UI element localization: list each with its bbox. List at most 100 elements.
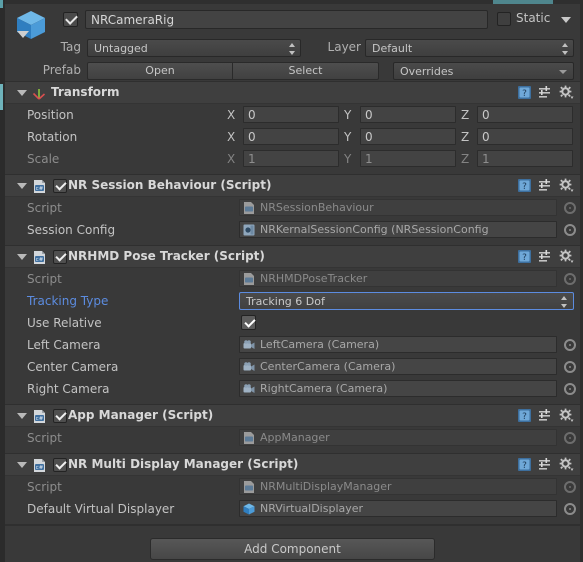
static-checkbox[interactable] bbox=[497, 12, 511, 26]
preset-sliders-icon[interactable] bbox=[538, 178, 553, 193]
property-row: Script AppManager bbox=[5, 427, 580, 449]
dropdown-tracking-type[interactable]: Tracking 6 Dof bbox=[239, 292, 574, 310]
property-label: Scale bbox=[27, 152, 60, 166]
component-enabled-checkbox[interactable] bbox=[53, 179, 67, 193]
property-row: Session Config NRKernalSessionConfig (NR… bbox=[5, 219, 580, 241]
help-book-icon[interactable]: ? bbox=[517, 85, 532, 100]
object-field-right-camera[interactable]: RightCamera (Camera) bbox=[239, 380, 557, 397]
property-row: Default Virtual Displayer NRVirtualDispl… bbox=[5, 498, 580, 520]
component-enabled-checkbox[interactable] bbox=[53, 250, 67, 264]
field-position-y[interactable]: 0 bbox=[360, 106, 456, 123]
object-picker-button[interactable] bbox=[564, 339, 576, 351]
object-picker-button[interactable] bbox=[564, 361, 576, 373]
object-field-session-config[interactable]: NRKernalSessionConfig (NRSessionConfig bbox=[239, 221, 557, 238]
field-rotation-y[interactable]: 0 bbox=[360, 128, 456, 145]
gear-menu-icon[interactable] bbox=[559, 178, 574, 193]
object-picker-button[interactable] bbox=[564, 503, 576, 515]
object-field-center-camera[interactable]: CenterCamera (Camera) bbox=[239, 358, 557, 375]
foldout-arrow-icon[interactable] bbox=[17, 254, 27, 260]
object-picker-button[interactable] bbox=[564, 224, 576, 236]
gear-menu-icon[interactable] bbox=[559, 457, 574, 472]
preset-sliders-icon[interactable] bbox=[538, 457, 553, 472]
object-field-script[interactable]: NRHMDPoseTracker bbox=[239, 270, 557, 287]
component-header-app-manager[interactable]: c# App Manager (Script) ? bbox=[5, 405, 580, 427]
field-scale-x[interactable]: 1 bbox=[243, 150, 339, 167]
component-header-icons: ? bbox=[517, 85, 574, 100]
property-row: Script NRHMDPoseTracker bbox=[5, 268, 580, 290]
preset-sliders-icon[interactable] bbox=[538, 408, 553, 423]
component-header-transform[interactable]: Transform ? bbox=[5, 82, 580, 104]
help-book-icon[interactable]: ? bbox=[517, 408, 532, 423]
field-position-x[interactable]: 0 bbox=[243, 106, 339, 123]
gameobject-enabled-checkbox[interactable] bbox=[63, 12, 78, 27]
property-label: Right Camera bbox=[27, 382, 110, 396]
prefab-select-button[interactable]: Select bbox=[233, 62, 379, 80]
svg-text:?: ? bbox=[522, 461, 527, 471]
prefab-dropdown-arrow-icon[interactable] bbox=[17, 31, 29, 38]
add-component-button[interactable]: Add Component bbox=[150, 538, 435, 560]
tag-dropdown[interactable]: Untagged bbox=[87, 39, 301, 57]
object-field-script[interactable]: NRSessionBehaviour bbox=[239, 199, 557, 216]
field-rotation-x[interactable]: 0 bbox=[243, 128, 339, 145]
chevron-updown-icon bbox=[561, 296, 568, 308]
component-header-nr-multi-display-manager[interactable]: c# NR Multi Display Manager (Script) ? bbox=[5, 454, 580, 476]
field-scale-z[interactable]: 1 bbox=[477, 150, 573, 167]
axis-label-y: Y bbox=[344, 130, 352, 144]
help-book-icon[interactable]: ? bbox=[517, 249, 532, 264]
left-tab-marker-top bbox=[0, 0, 3, 8]
property-row: Scale X 1 Y 1 Z 1 bbox=[5, 148, 580, 170]
gameobject-name-input[interactable]: NRCameraRig bbox=[85, 10, 488, 29]
component-header-icons: ? bbox=[517, 178, 574, 193]
field-rotation-z[interactable]: 0 bbox=[477, 128, 573, 145]
prefab-open-button[interactable]: Open bbox=[87, 62, 233, 80]
field-scale-y[interactable]: 1 bbox=[360, 150, 456, 167]
property-label: Script bbox=[27, 431, 62, 445]
object-picker-button[interactable] bbox=[564, 432, 576, 444]
foldout-arrow-icon[interactable] bbox=[17, 183, 27, 189]
property-row: Left Camera LeftCamera (Camera) bbox=[5, 334, 580, 356]
object-field-script[interactable]: AppManager bbox=[239, 429, 557, 446]
gear-menu-icon[interactable] bbox=[559, 249, 574, 264]
field-position-z[interactable]: 0 bbox=[477, 106, 573, 123]
axis-label-x: X bbox=[227, 108, 236, 122]
component-list: Transform ? Position X 0 Y 0 Z 0 Rotation X 0 Y 0 Z 0… bbox=[5, 82, 580, 525]
component-bottom-padding bbox=[5, 449, 580, 453]
preset-sliders-icon[interactable] bbox=[538, 85, 553, 100]
static-dropdown-arrow-icon[interactable] bbox=[561, 17, 571, 23]
component-enabled-checkbox[interactable] bbox=[53, 409, 67, 423]
component-title: App Manager (Script) bbox=[68, 408, 214, 422]
scriptable-object-icon bbox=[243, 224, 255, 236]
property-label: Default Virtual Displayer bbox=[27, 502, 175, 516]
object-picker-button[interactable] bbox=[564, 202, 576, 214]
component-header-nrhmd-pose-tracker[interactable]: c# NRHMD Pose Tracker (Script) ? bbox=[5, 246, 580, 268]
component-enabled-checkbox[interactable] bbox=[53, 458, 67, 472]
tag-value: Untagged bbox=[94, 42, 148, 55]
help-book-icon[interactable]: ? bbox=[517, 178, 532, 193]
foldout-arrow-icon[interactable] bbox=[17, 413, 27, 419]
axis-label-y: Y bbox=[344, 152, 352, 166]
object-picker-button[interactable] bbox=[564, 383, 576, 395]
gear-menu-icon[interactable] bbox=[559, 85, 574, 100]
preset-sliders-icon[interactable] bbox=[538, 249, 553, 264]
object-field-left-camera[interactable]: LeftCamera (Camera) bbox=[239, 336, 557, 353]
help-book-icon[interactable]: ? bbox=[517, 457, 532, 472]
property-label: Script bbox=[27, 201, 62, 215]
prefab-cube-icon bbox=[243, 503, 255, 515]
foldout-arrow-icon[interactable] bbox=[17, 90, 27, 96]
foldout-arrow-icon[interactable] bbox=[17, 462, 27, 468]
checkbox-use-relative[interactable] bbox=[241, 315, 256, 330]
property-label: Tracking Type bbox=[27, 294, 109, 308]
object-field-default-virtual-displayer[interactable]: NRVirtualDisplayer bbox=[239, 500, 557, 517]
prefab-overrides-dropdown[interactable]: Overrides bbox=[393, 62, 574, 80]
component-nr-session-behaviour: c# NR Session Behaviour (Script) ? Scrip… bbox=[5, 175, 580, 246]
layer-dropdown[interactable]: Default bbox=[365, 39, 574, 57]
object-field-script[interactable]: NRMultiDisplayManager bbox=[239, 478, 557, 495]
object-picker-button[interactable] bbox=[564, 273, 576, 285]
chevron-updown-icon bbox=[289, 43, 296, 55]
layer-label: Layer bbox=[327, 40, 361, 54]
gear-menu-icon[interactable] bbox=[559, 408, 574, 423]
property-label: Use Relative bbox=[27, 316, 102, 330]
component-header-nr-session-behaviour[interactable]: c# NR Session Behaviour (Script) ? bbox=[5, 175, 580, 197]
object-picker-button[interactable] bbox=[564, 481, 576, 493]
csharp-script-icon: c# bbox=[34, 459, 45, 472]
